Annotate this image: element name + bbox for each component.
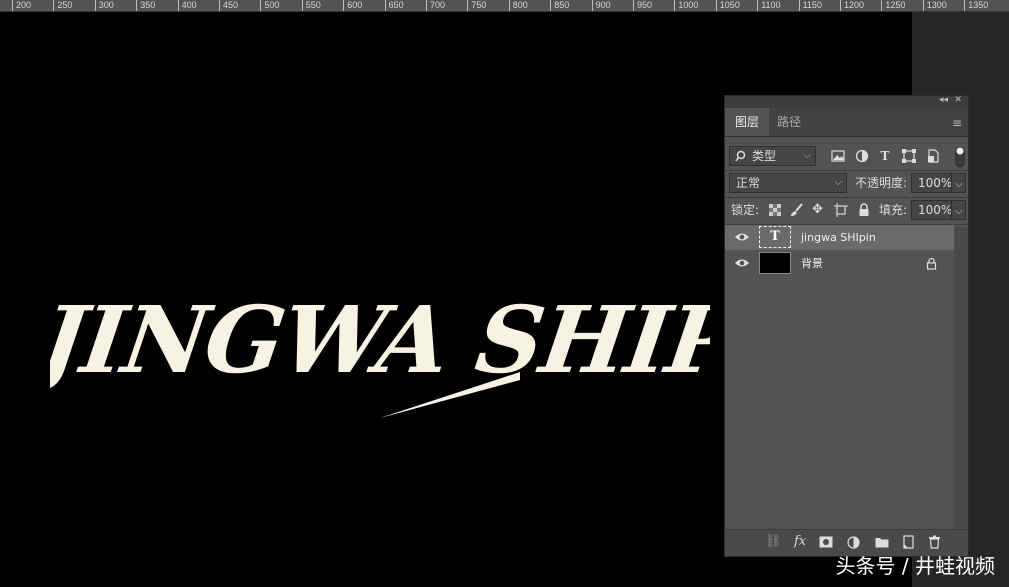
lock-label: 锁定: bbox=[731, 203, 760, 217]
text-layer-thumbnail: T bbox=[759, 226, 791, 248]
ruler-tick-label: 1200 bbox=[840, 0, 864, 11]
ruler-tick-label: 1150 bbox=[798, 0, 822, 11]
ruler-tick-label: 500 bbox=[260, 0, 279, 11]
layers-scrollbar[interactable] bbox=[954, 227, 968, 532]
ruler-tick-label: 1300 bbox=[922, 0, 947, 11]
eye-icon[interactable] bbox=[734, 256, 750, 270]
adjustment-filter-icon[interactable] bbox=[853, 146, 871, 166]
ruler-tick-label: 900 bbox=[591, 0, 611, 11]
fill-dropdown-button[interactable]: ⌵ bbox=[951, 200, 966, 220]
blend-mode-select[interactable]: 正常 ⌵ bbox=[729, 173, 847, 193]
background-layer-thumbnail bbox=[759, 252, 791, 274]
chevron-down-icon: ⌵ bbox=[955, 179, 963, 190]
ruler-tick-label: 800 bbox=[508, 0, 528, 11]
blend-row: 正常 ⌵ 不透明度: 100% ⌵ bbox=[725, 173, 968, 193]
ruler-tick-label: 200 bbox=[12, 0, 31, 11]
tab-paths[interactable]: 路径 bbox=[767, 108, 811, 136]
chevron-down-icon: ⌵ bbox=[803, 150, 811, 161]
close-panel-icon[interactable]: ✕ bbox=[954, 95, 962, 105]
search-icon bbox=[735, 150, 746, 162]
fx-icon[interactable]: fx bbox=[794, 534, 806, 549]
ruler-tick-label: 350 bbox=[136, 0, 155, 11]
panel-tabs: 图层 路径 ≡ bbox=[725, 108, 968, 137]
ruler-tick-label: 300 bbox=[94, 0, 114, 11]
ruler-tick-label: 1100 bbox=[757, 0, 781, 11]
ruler-tick-label: 600 bbox=[343, 0, 362, 11]
opacity-input[interactable]: 100% bbox=[911, 173, 953, 193]
lock-row: 锁定: ✥ 填充: 100% ⌵ bbox=[725, 200, 968, 220]
layer-mask-icon[interactable] bbox=[819, 536, 833, 548]
horizontal-ruler: 200 250 300 350 400 450 500 550 600 650 700 750 800 8… bbox=[0, 0, 1009, 12]
ruler-tick-label: 750 bbox=[467, 0, 486, 11]
shape-filter-icon[interactable] bbox=[900, 146, 918, 166]
delete-icon[interactable] bbox=[928, 535, 941, 549]
ruler-tick-label: 1250 bbox=[881, 0, 905, 11]
layers-panel: ◂◂ ✕ 图层 路径 ≡ 类型 ⌵ T 正常 ⌵ 不透明度: 100% ⌵ 锁定… bbox=[724, 95, 969, 557]
filter-kind-label: 类型 bbox=[752, 149, 777, 163]
filter-kind-select[interactable]: 类型 ⌵ bbox=[729, 146, 816, 166]
lock-icon bbox=[926, 257, 937, 270]
adjustment-layer-icon[interactable] bbox=[847, 536, 860, 549]
artwork-brush-text: JINGWA SHIPIN bbox=[50, 285, 710, 418]
new-layer-icon[interactable] bbox=[902, 535, 915, 549]
ruler-tick-label: 1000 bbox=[674, 0, 698, 11]
layer-name[interactable]: 背景 bbox=[801, 251, 823, 276]
filter-toggle[interactable] bbox=[955, 146, 965, 168]
ruler-tick-label: 1050 bbox=[715, 0, 740, 11]
ruler-tick-label: 850 bbox=[550, 0, 569, 11]
link-layers-icon[interactable]: ⛓ bbox=[765, 534, 782, 549]
tab-layers[interactable]: 图层 bbox=[725, 108, 770, 136]
text-filter-icon[interactable]: T bbox=[876, 146, 894, 166]
ruler-tick-label: 400 bbox=[177, 0, 197, 11]
lock-transparent-pixels-icon[interactable] bbox=[769, 204, 781, 216]
fill-input[interactable]: 100% bbox=[911, 200, 953, 220]
image-filter-icon[interactable] bbox=[829, 146, 847, 166]
chevron-down-icon: ⌵ bbox=[834, 177, 842, 188]
ruler-tick-label: 650 bbox=[384, 0, 404, 11]
layer-row-text[interactable]: T jingwa SHIpin bbox=[725, 225, 954, 250]
lock-all-icon[interactable] bbox=[858, 203, 870, 217]
blend-mode-value: 正常 bbox=[736, 176, 761, 190]
group-folder-icon[interactable] bbox=[875, 536, 889, 548]
opacity-dropdown-button[interactable]: ⌵ bbox=[951, 173, 966, 193]
eye-icon[interactable] bbox=[734, 230, 750, 244]
ruler-tick-label: 250 bbox=[53, 0, 72, 11]
artwork-text: JINGWA SHIPIN bbox=[50, 285, 710, 393]
panel-menu-icon[interactable]: ≡ bbox=[952, 116, 962, 130]
layer-name[interactable]: jingwa SHIpin bbox=[801, 225, 876, 250]
filter-row: 类型 ⌵ T bbox=[725, 146, 968, 168]
opacity-label: 不透明度: bbox=[855, 176, 908, 190]
lock-position-icon[interactable]: ✥ bbox=[812, 200, 823, 220]
ruler-tick-label: 450 bbox=[219, 0, 238, 11]
collapse-panel-icon[interactable]: ◂◂ bbox=[939, 95, 948, 105]
lock-artboard-icon[interactable] bbox=[834, 203, 848, 217]
watermark-text: 头条号 / 井蛙视频 bbox=[835, 554, 995, 578]
ruler-tick-label: 550 bbox=[301, 0, 321, 11]
ruler-tick-label: 1350 bbox=[964, 0, 988, 11]
ruler-tick-label: 700 bbox=[426, 0, 445, 11]
ruler-tick-label: 950 bbox=[633, 0, 652, 11]
lock-image-pixels-icon[interactable] bbox=[790, 203, 804, 217]
fill-label: 填充: bbox=[879, 203, 908, 217]
text-layer-glyph: T bbox=[770, 229, 780, 244]
smart-object-filter-icon[interactable] bbox=[924, 146, 942, 166]
panel-titlebar: ◂◂ ✕ bbox=[725, 95, 968, 108]
chevron-down-icon: ⌵ bbox=[955, 206, 963, 217]
layer-row-background[interactable]: 背景 bbox=[725, 251, 954, 276]
